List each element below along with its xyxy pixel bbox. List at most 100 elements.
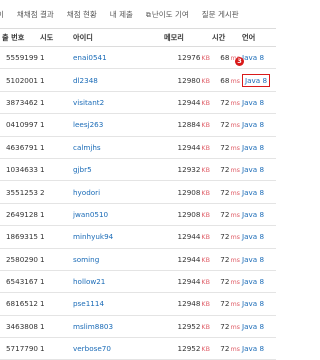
- header-attempt: 시도: [38, 28, 71, 47]
- time-unit: ms: [230, 210, 240, 219]
- attempt-count: 1: [38, 248, 71, 271]
- tab-difficulty-contribution[interactable]: ⧉난이도 기여: [146, 9, 189, 20]
- memory-unit: KB: [201, 188, 210, 197]
- user-link[interactable]: pse1114: [73, 299, 104, 308]
- language-label[interactable]: Java 8: [242, 120, 264, 129]
- time-value: 72: [220, 120, 230, 130]
- header-user-id: 아이디: [71, 28, 162, 47]
- user-link[interactable]: calmjhs: [73, 143, 101, 152]
- attempt-count: 1: [38, 158, 71, 182]
- memory-value: 12908: [177, 209, 201, 219]
- tab-status[interactable]: 채점 현황: [67, 9, 97, 20]
- user-link[interactable]: hollow21: [73, 277, 105, 286]
- tab-question-board[interactable]: 질문 게시판: [202, 9, 239, 20]
- time-unit: ms: [230, 76, 240, 85]
- language-label[interactable]: Java 8: [242, 143, 264, 152]
- submission-id[interactable]: 2580290: [0, 248, 38, 271]
- language-label[interactable]: Java 8: [242, 299, 264, 308]
- time-unit: ms: [230, 98, 240, 107]
- user-link[interactable]: soming: [73, 255, 99, 264]
- language-label[interactable]: Java 8: [242, 344, 264, 353]
- submission-id[interactable]: 3551253: [0, 180, 38, 204]
- memory-unit: KB: [201, 54, 210, 63]
- language-label[interactable]: Java 8: [242, 210, 264, 219]
- time-value: 72: [220, 277, 230, 287]
- language-label[interactable]: Java 8: [242, 255, 264, 264]
- language-label[interactable]: Java 8: [242, 73, 271, 87]
- time-value: 72: [220, 187, 230, 197]
- table-row: 6816512 1 pse1114 12948KB 72ms Java 8: [0, 292, 276, 316]
- time-value: 72: [220, 209, 230, 219]
- user-link[interactable]: dl2348: [73, 76, 98, 85]
- language-label[interactable]: Java 8: [242, 53, 264, 62]
- tab-rejudge-results[interactable]: 채채점 결과: [17, 9, 54, 20]
- attempt-count: 1: [38, 68, 71, 92]
- attempt-count: 1: [38, 136, 71, 159]
- time-value: 72: [220, 254, 230, 264]
- table-row: 2649128 1 jwan0510 12908KB 72ms Java 8: [0, 203, 276, 227]
- memory-value: 12952: [177, 344, 201, 354]
- submission-id[interactable]: 6543167: [0, 270, 38, 294]
- user-link[interactable]: jwan0510: [73, 210, 108, 219]
- attempt-count: 1: [38, 337, 71, 360]
- table-row: 1869315 1 minhyuk94 12944KB 72ms Java 8: [0, 225, 276, 249]
- submission-id[interactable]: 5717790: [0, 337, 38, 360]
- memory-unit: KB: [201, 233, 210, 242]
- memory-value: 12932: [177, 165, 201, 175]
- memory-unit: KB: [201, 278, 210, 287]
- language-label[interactable]: Java 8: [242, 322, 264, 331]
- tab-my-submissions[interactable]: 내 제출: [110, 9, 133, 20]
- submission-id[interactable]: 6816512: [0, 292, 38, 316]
- memory-value: 12944: [177, 232, 201, 242]
- table-row: 1034633 1 gjbr5 12932KB 72ms Java 8: [0, 158, 276, 182]
- user-link[interactable]: visitant2: [73, 98, 104, 107]
- language-label[interactable]: Java 8: [242, 232, 264, 241]
- user-link[interactable]: gjbr5: [73, 165, 92, 174]
- language-label[interactable]: Java 8: [242, 98, 264, 107]
- submission-id[interactable]: 2649128: [0, 203, 38, 227]
- time-value: 72: [220, 344, 230, 354]
- submission-id[interactable]: 5102001: [0, 68, 38, 92]
- submission-id[interactable]: 3463808: [0, 315, 38, 339]
- time-value: 68: [220, 53, 230, 63]
- table-row: 2580290 1 soming 12944KB 72ms Java 8: [0, 248, 276, 271]
- table-row: 0410997 1 leesj263 12884KB 72ms Java 8: [0, 113, 276, 137]
- submission-id[interactable]: 1869315: [0, 225, 38, 249]
- problem-tabs: 이 채채점 결과 채점 현황 내 제출 ⧉난이도 기여 질문 게시판: [0, 0, 276, 28]
- language-label[interactable]: Java 8: [242, 277, 264, 286]
- user-link[interactable]: leesj263: [73, 120, 103, 129]
- memory-unit: KB: [201, 98, 210, 107]
- memory-value: 12944: [177, 277, 201, 287]
- language-label[interactable]: Java 8: [242, 165, 264, 174]
- time-unit: ms: [230, 233, 240, 242]
- table-row: 3873462 1 visitant2 12944KB 72ms Java 8: [0, 91, 276, 115]
- attempt-count: 1: [38, 91, 71, 115]
- header-submission-id: 출 번호: [0, 28, 38, 47]
- time-unit: ms: [230, 188, 240, 197]
- attempt-count: 1: [38, 292, 71, 316]
- table-row: 55591991enai054112976KB68msJava 8: [0, 46, 276, 70]
- user-link[interactable]: hyodori: [73, 188, 100, 197]
- submission-id[interactable]: 4636791: [0, 136, 38, 159]
- submission-id[interactable]: 0410997: [0, 113, 38, 137]
- submission-id[interactable]: 3873462: [0, 91, 38, 115]
- user-link[interactable]: minhyuk94: [73, 232, 113, 241]
- memory-value: 12884: [177, 120, 201, 130]
- user-link[interactable]: verbose70: [73, 344, 111, 353]
- time-value: 72: [220, 97, 230, 107]
- language-label[interactable]: Java 8: [242, 188, 264, 197]
- attempt-count: 1: [38, 315, 71, 339]
- tab-partial[interactable]: 이: [0, 9, 4, 20]
- memory-value: 12944: [177, 142, 201, 152]
- user-link[interactable]: mslim8803: [73, 322, 113, 331]
- user-link[interactable]: enai0541: [73, 53, 107, 62]
- time-value: 72: [220, 321, 230, 331]
- memory-value: 12944: [177, 254, 201, 264]
- submission-id[interactable]: 5559199: [0, 46, 38, 70]
- memory-value: 12908: [177, 187, 201, 197]
- memory-value: 12952: [177, 321, 201, 331]
- time-unit: ms: [230, 166, 240, 175]
- table-row: 6543167 1 hollow21 12944KB 72ms Java 8: [0, 270, 276, 294]
- submission-id[interactable]: 1034633: [0, 158, 38, 182]
- memory-value: 12980: [177, 75, 201, 85]
